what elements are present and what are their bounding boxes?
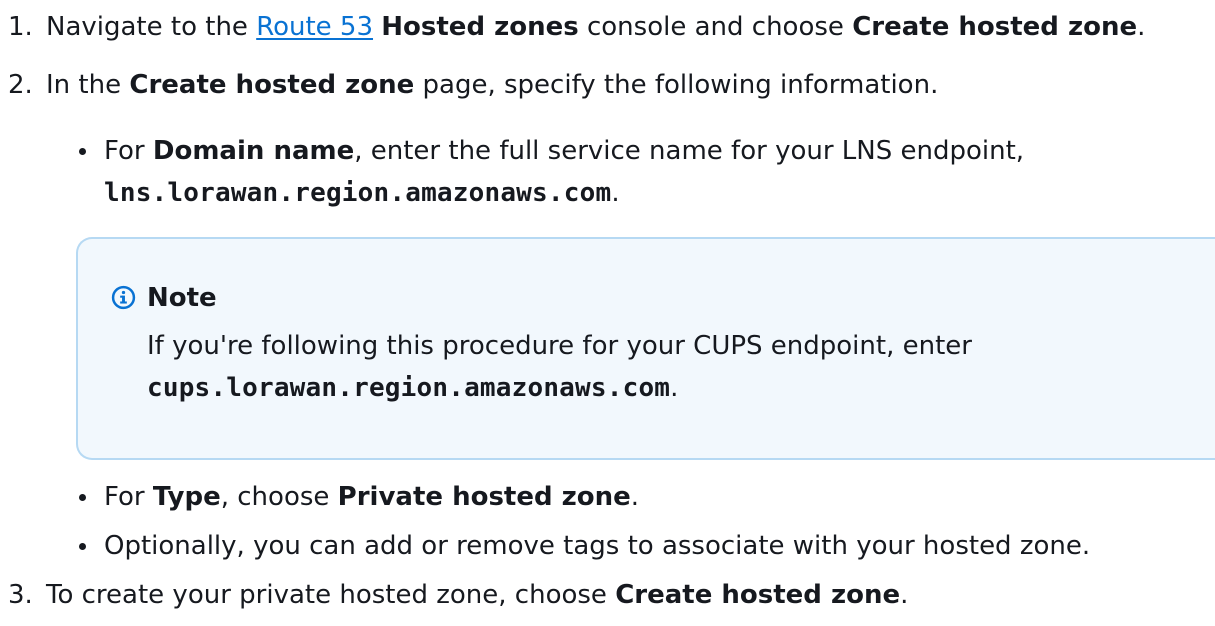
bullet-type: For Type, choose Private hosted zone. <box>104 480 639 514</box>
cups-endpoint-line: cups.lorawan.region.amazonaws.com. <box>147 371 678 405</box>
bullet-domain-name: For Domain name, enter the full service … <box>104 134 1024 168</box>
route53-link[interactable]: Route 53 <box>256 12 373 42</box>
step-text: page, specify the following information. <box>414 70 939 100</box>
note-text: If you're following this procedure for y… <box>147 331 972 361</box>
bold-hosted-zones: Hosted zones <box>381 12 579 42</box>
bullet-icon <box>79 148 86 155</box>
note-text-end: . <box>670 373 679 403</box>
step-text: . <box>900 580 909 610</box>
bold-domain-name: Domain name <box>152 136 355 166</box>
step-text: To create your private hosted zone, choo… <box>46 580 616 610</box>
step-text: . <box>1137 12 1146 42</box>
bullet-text: , enter the full service name for your L… <box>354 136 1025 166</box>
step-number: 3. <box>8 580 33 610</box>
note-title: Note <box>147 283 217 313</box>
lns-endpoint-line: lns.lorawan.region.amazonaws.com. <box>104 176 620 210</box>
cups-endpoint-code: cups.lorawan.region.amazonaws.com <box>147 373 671 403</box>
bold-create-hosted-zone: Create hosted zone <box>615 580 901 610</box>
step-text: Navigate to the <box>46 12 257 42</box>
bullet-text: For <box>104 482 153 512</box>
step-text: In the <box>46 70 130 100</box>
bold-type: Type <box>152 482 221 512</box>
bullet-text: For <box>104 136 153 166</box>
bullet-text: Optionally, you can add or remove tags t… <box>104 531 1091 561</box>
step-number: 2. <box>8 70 33 100</box>
lns-endpoint-code: lns.lorawan.region.amazonaws.com <box>104 178 612 208</box>
info-icon <box>111 285 136 310</box>
bold-create-hosted-zone: Create hosted zone <box>852 12 1138 42</box>
step-2: 2. In the Create hosted zone page, specif… <box>8 68 938 102</box>
bullet-tags: Optionally, you can add or remove tags t… <box>104 529 1090 563</box>
step-number: 1. <box>8 12 33 42</box>
bullet-icon <box>79 494 86 501</box>
bold-create-hosted-zone: Create hosted zone <box>129 70 415 100</box>
bold-private-hosted-zone: Private hosted zone <box>337 482 631 512</box>
bullet-text: . <box>630 482 640 512</box>
step-1: 1. Navigate to the Route 53 Hosted zones … <box>8 10 1145 44</box>
bullet-text: , choose <box>220 482 338 512</box>
step-text: console and choose <box>578 12 853 42</box>
step-3: 3. To create your private hosted zone, ch… <box>8 578 908 612</box>
bullet-icon <box>79 543 86 550</box>
bullet-text: . <box>611 178 620 208</box>
